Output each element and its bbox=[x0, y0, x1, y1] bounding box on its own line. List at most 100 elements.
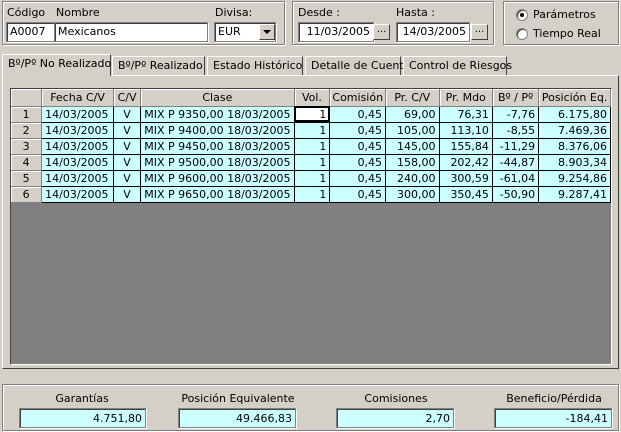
posicion-value: 49.466,83 bbox=[178, 408, 296, 428]
prcv-cell[interactable]: 105,00 bbox=[385, 122, 440, 139]
prmdo-cell[interactable]: 113,10 bbox=[439, 122, 493, 139]
table-row[interactable]: 2 14/03/2005 V MIX P 9400,00 18/03/2005 1 0,4… bbox=[11, 122, 611, 139]
prcv-cell[interactable]: 69,00 bbox=[385, 106, 440, 123]
vol-cell[interactable]: 1 bbox=[294, 122, 331, 139]
parametros-label[interactable]: Parámetros bbox=[533, 8, 596, 21]
cv-cell[interactable]: V bbox=[113, 138, 142, 155]
chevron-down-icon[interactable] bbox=[259, 24, 275, 40]
beneficio-label: Beneficio/Pérdida bbox=[506, 392, 602, 405]
cv-cell[interactable]: V bbox=[113, 122, 142, 139]
fecha-cell[interactable]: 14/03/2005 bbox=[41, 138, 114, 155]
table-row[interactable]: 4 14/03/2005 V MIX P 9500,00 18/03/2005 1 0,4… bbox=[11, 154, 611, 171]
clase-cell[interactable]: MIX P 9600,00 18/03/2005 bbox=[140, 170, 295, 187]
row-header[interactable]: 1 bbox=[11, 106, 43, 123]
tab-no-realizado[interactable]: Bº/Pº No Realizado bbox=[2, 54, 111, 76]
posicion-cell[interactable]: 8.903,34 bbox=[538, 154, 611, 171]
parametros-radio[interactable] bbox=[516, 9, 528, 21]
bp-cell[interactable]: -44,87 bbox=[492, 154, 540, 171]
desde-field[interactable]: 11/03/2005 bbox=[298, 22, 374, 42]
tab-control-riesgos[interactable]: Control de Riesgos bbox=[403, 56, 512, 75]
cv-cell[interactable]: V bbox=[113, 106, 142, 123]
desde-picker-button[interactable]: ... bbox=[373, 24, 390, 40]
posicion-cell[interactable]: 9.254,86 bbox=[538, 170, 611, 187]
bp-cell[interactable]: -7,76 bbox=[492, 106, 540, 123]
col-comision-header[interactable]: Comisión bbox=[329, 89, 387, 107]
nombre-field[interactable]: Mexicanos bbox=[54, 22, 208, 42]
col-prmdo-header[interactable]: Pr. Mdo bbox=[439, 89, 493, 107]
fecha-cell[interactable]: 14/03/2005 bbox=[41, 122, 114, 139]
hasta-label: Hasta : bbox=[396, 6, 435, 19]
fecha-cell[interactable]: 14/03/2005 bbox=[41, 154, 114, 171]
table-row[interactable]: 5 14/03/2005 V MIX P 9600,00 18/03/2005 1 0,4… bbox=[11, 170, 611, 187]
prmdo-cell[interactable]: 300,59 bbox=[439, 170, 493, 187]
cv-cell[interactable]: V bbox=[113, 170, 142, 187]
tab-detalle-cuenta[interactable]: Detalle de Cuenta bbox=[305, 56, 410, 75]
vol-cell[interactable]: 1 bbox=[294, 106, 331, 123]
positions-table: Fecha C/V C/V Clase Vol. Comisión Pr. C/… bbox=[11, 89, 611, 203]
vol-cell[interactable]: 1 bbox=[294, 170, 331, 187]
col-prcv-header[interactable]: Pr. C/V bbox=[385, 89, 440, 107]
bp-cell[interactable]: -11,29 bbox=[492, 138, 540, 155]
prmdo-cell[interactable]: 155,84 bbox=[439, 138, 493, 155]
fecha-cell[interactable]: 14/03/2005 bbox=[41, 170, 114, 187]
row-header[interactable]: 3 bbox=[11, 138, 43, 155]
posicion-cell[interactable]: 9.287,41 bbox=[538, 186, 611, 203]
corner-header bbox=[11, 89, 43, 107]
prcv-cell[interactable]: 145,00 bbox=[385, 138, 440, 155]
fecha-cell[interactable]: 14/03/2005 bbox=[41, 106, 114, 123]
posicion-cell[interactable]: 6.175,80 bbox=[538, 106, 611, 123]
hasta-picker-button[interactable]: ... bbox=[471, 24, 488, 40]
col-posicion-header[interactable]: Posición Eq. bbox=[538, 89, 611, 107]
col-clase-header[interactable]: Clase bbox=[140, 89, 295, 107]
tab-realizado[interactable]: Bº/Pº Realizado bbox=[112, 56, 205, 75]
comision-cell[interactable]: 0,45 bbox=[329, 170, 387, 187]
nombre-label: Nombre bbox=[56, 6, 100, 19]
table-row[interactable]: 1 14/03/2005 V MIX P 9350,00 18/03/2005 1 0,4… bbox=[11, 106, 611, 123]
row-header[interactable]: 6 bbox=[11, 186, 43, 203]
clase-cell[interactable]: MIX P 9400,00 18/03/2005 bbox=[140, 122, 295, 139]
comision-cell[interactable]: 0,45 bbox=[329, 122, 387, 139]
tiempo-real-label[interactable]: Tiempo Real bbox=[533, 27, 601, 40]
col-cv-header[interactable]: C/V bbox=[113, 89, 142, 107]
vol-cell[interactable]: 1 bbox=[294, 154, 331, 171]
col-vol-header[interactable]: Vol. bbox=[294, 89, 331, 107]
bp-cell[interactable]: -8,55 bbox=[492, 122, 540, 139]
prcv-cell[interactable]: 158,00 bbox=[385, 154, 440, 171]
garantias-value: 4.751,80 bbox=[19, 408, 146, 428]
row-header[interactable]: 5 bbox=[11, 170, 43, 187]
prmdo-cell[interactable]: 350,45 bbox=[439, 186, 493, 203]
cv-cell[interactable]: V bbox=[113, 154, 142, 171]
comision-cell[interactable]: 0,45 bbox=[329, 154, 387, 171]
posicion-cell[interactable]: 7.469,36 bbox=[538, 122, 611, 139]
row-header[interactable]: 4 bbox=[11, 154, 43, 171]
clase-cell[interactable]: MIX P 9350,00 18/03/2005 bbox=[140, 106, 295, 123]
positions-grid[interactable]: Fecha C/V C/V Clase Vol. Comisión Pr. C/… bbox=[10, 88, 612, 365]
tiempo-real-radio[interactable] bbox=[516, 28, 528, 40]
table-row[interactable]: 3 14/03/2005 V MIX P 9450,00 18/03/2005 1 0,4… bbox=[11, 138, 611, 155]
comision-cell[interactable]: 0,45 bbox=[329, 138, 387, 155]
clase-cell[interactable]: MIX P 9650,00 18/03/2005 bbox=[140, 186, 295, 203]
prmdo-cell[interactable]: 76,31 bbox=[439, 106, 493, 123]
col-fecha-header[interactable]: Fecha C/V bbox=[41, 89, 114, 107]
posicion-cell[interactable]: 8.376,06 bbox=[538, 138, 611, 155]
comision-cell[interactable]: 0,45 bbox=[329, 106, 387, 123]
bp-cell[interactable]: -50,90 bbox=[492, 186, 540, 203]
hasta-field[interactable]: 14/03/2005 bbox=[396, 22, 470, 42]
row-header[interactable]: 2 bbox=[11, 122, 43, 139]
prcv-cell[interactable]: 300,00 bbox=[385, 186, 440, 203]
divisa-select[interactable]: EUR bbox=[214, 22, 276, 42]
comision-cell[interactable]: 0,45 bbox=[329, 186, 387, 203]
col-bp-header[interactable]: Bº / Pº bbox=[492, 89, 540, 107]
table-row[interactable]: 6 14/03/2005 V MIX P 9650,00 18/03/2005 1 0,4… bbox=[11, 186, 611, 203]
tab-estado-historico[interactable]: Estado Histórico bbox=[207, 56, 303, 75]
bp-cell[interactable]: -61,04 bbox=[492, 170, 540, 187]
vol-cell[interactable]: 1 bbox=[294, 186, 331, 203]
cv-cell[interactable]: V bbox=[113, 186, 142, 203]
vol-cell[interactable]: 1 bbox=[294, 138, 331, 155]
clase-cell[interactable]: MIX P 9450,00 18/03/2005 bbox=[140, 138, 295, 155]
fecha-cell[interactable]: 14/03/2005 bbox=[41, 186, 114, 203]
codigo-field[interactable]: A0007 bbox=[6, 22, 56, 42]
prcv-cell[interactable]: 240,00 bbox=[385, 170, 440, 187]
prmdo-cell[interactable]: 202,42 bbox=[439, 154, 493, 171]
clase-cell[interactable]: MIX P 9500,00 18/03/2005 bbox=[140, 154, 295, 171]
